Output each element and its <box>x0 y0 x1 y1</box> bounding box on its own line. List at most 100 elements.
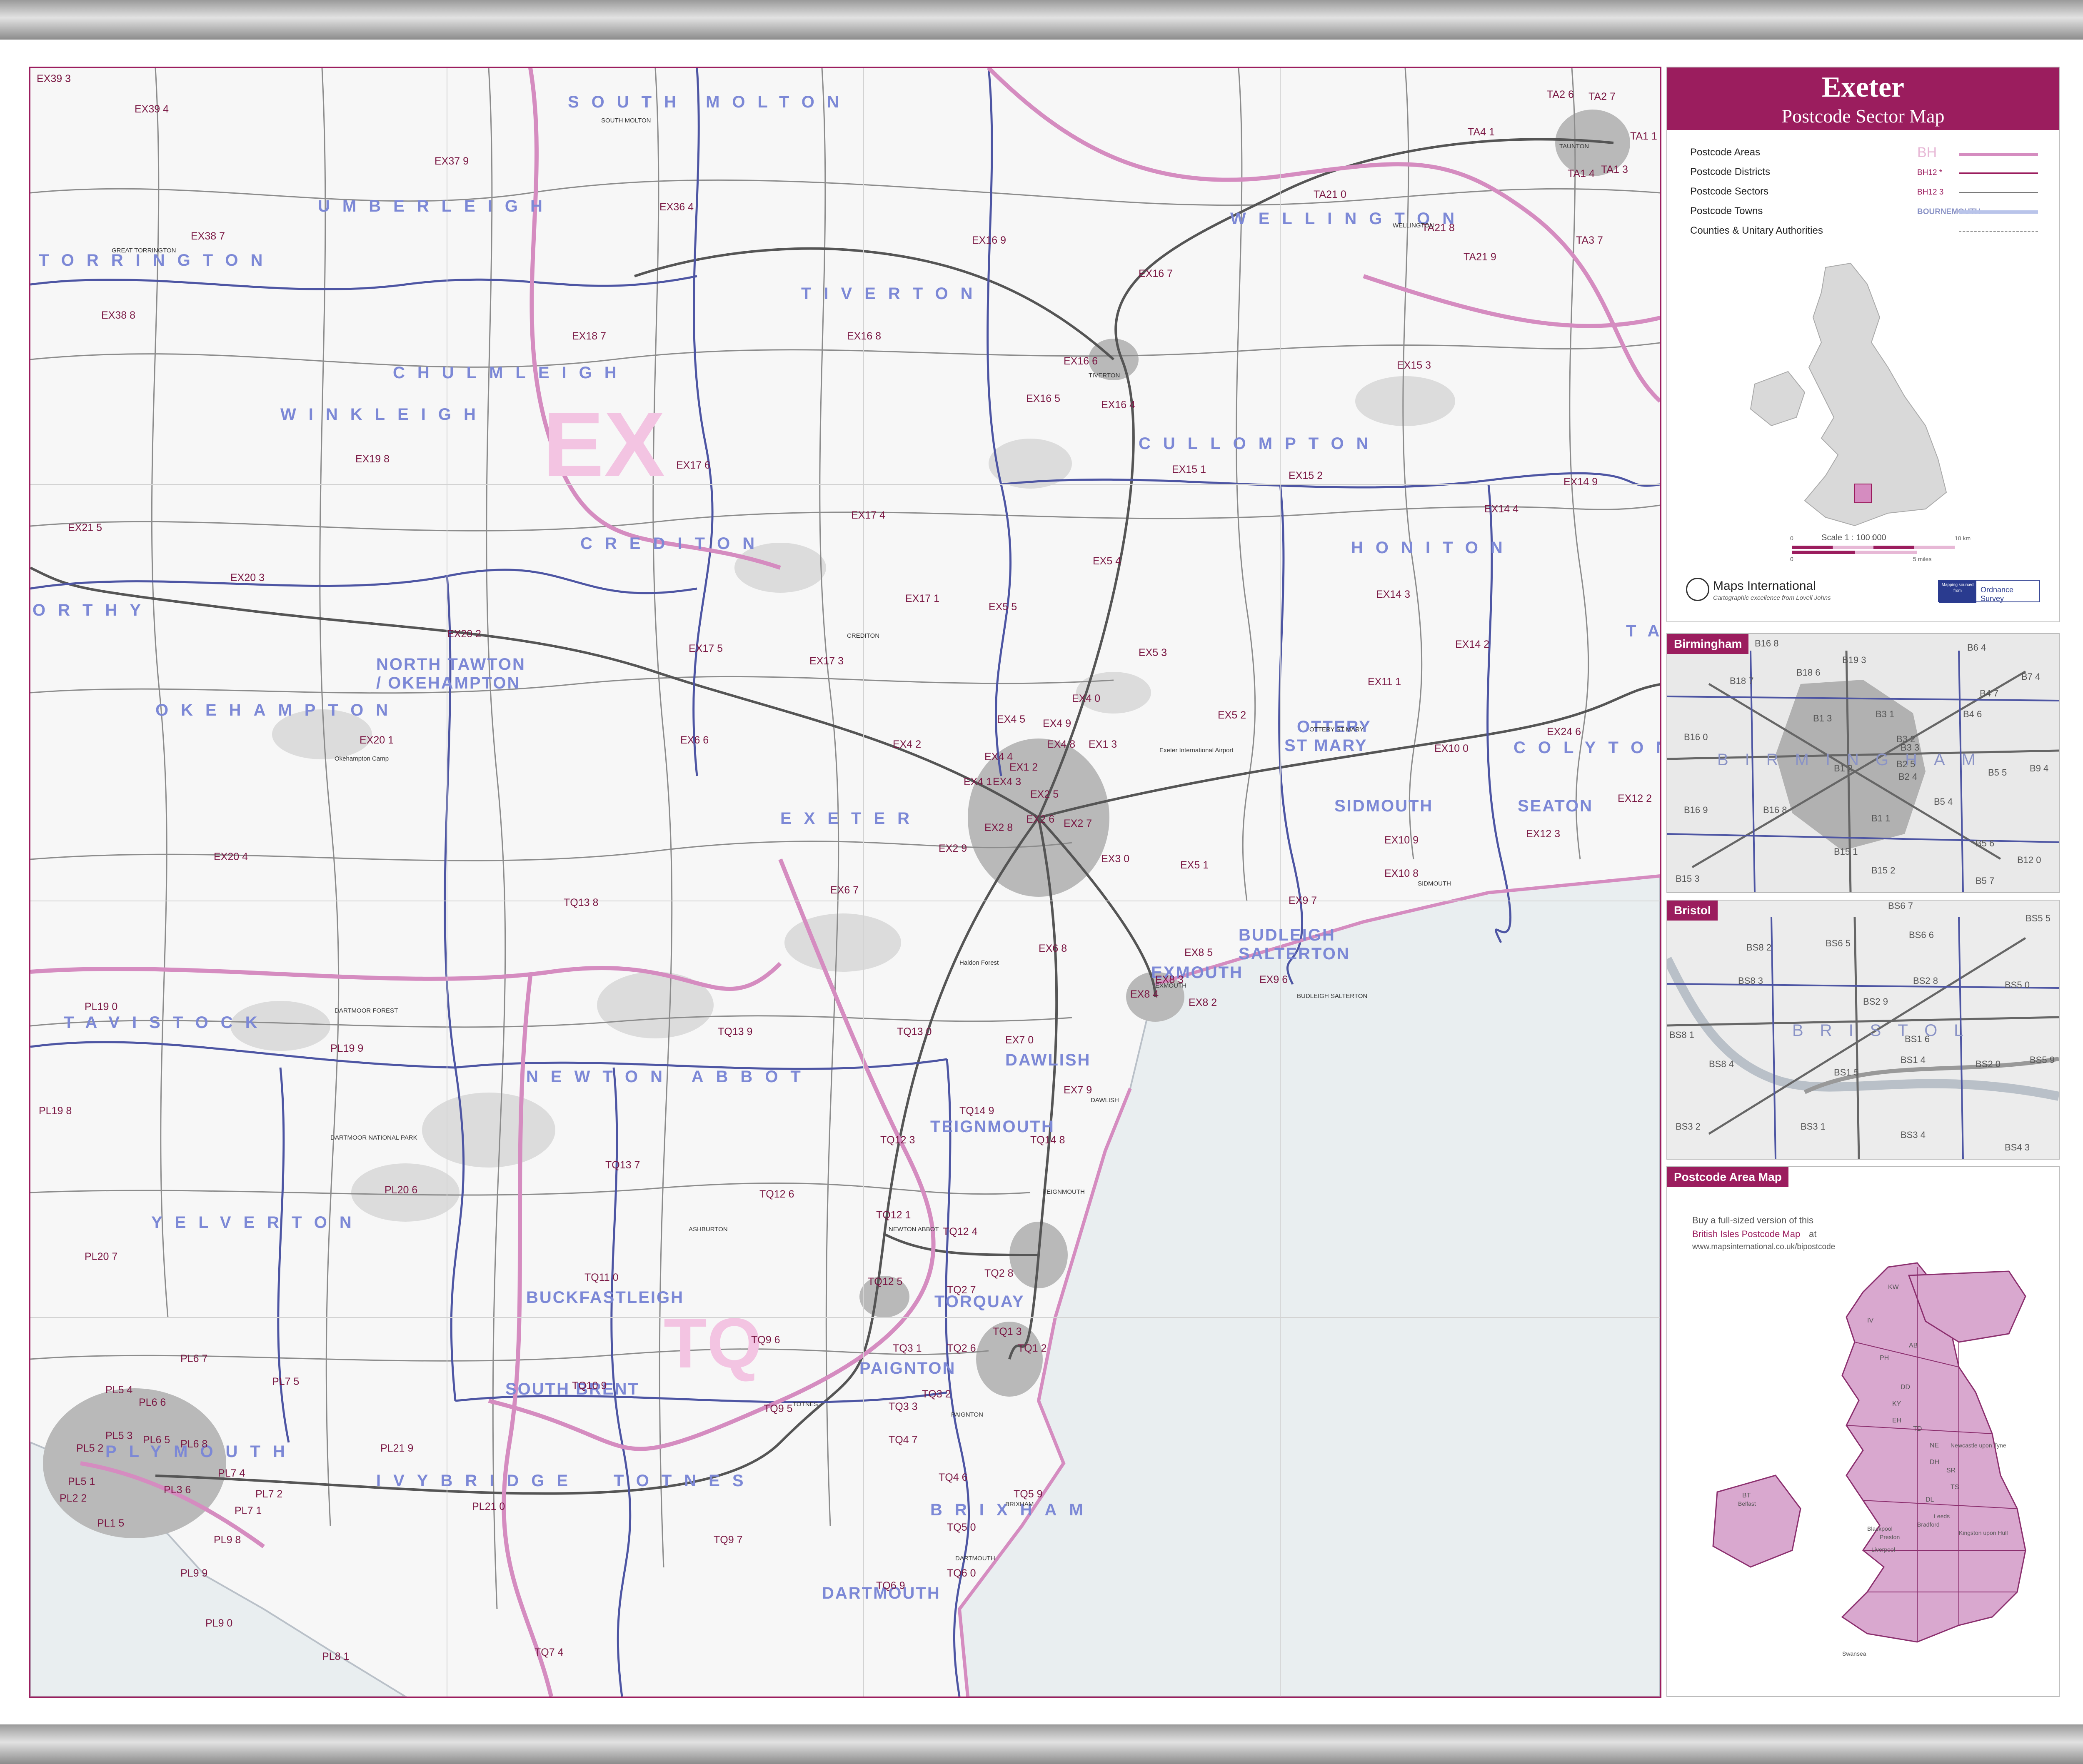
bs-sector: BS3 1 <box>1801 1121 1826 1132</box>
sector-label: PL21 9 <box>380 1442 414 1454</box>
sector-label: EX9 6 <box>1259 974 1288 986</box>
place-label: DARTMOOR FOREST <box>335 1007 398 1014</box>
bs-sector: BS2 0 <box>1976 1059 2001 1069</box>
sector-label: PL6 6 <box>139 1397 166 1408</box>
sector-label: EX11 1 <box>1368 676 1401 688</box>
sector-label: TQ2 8 <box>984 1267 1014 1279</box>
area-map-label: SR <box>1946 1467 1956 1474</box>
sector-label: TQ13 9 <box>718 1026 753 1038</box>
sector-label: EX15 3 <box>1397 359 1431 371</box>
place-label: Exeter International Airport <box>1159 747 1234 754</box>
town-label: TEIGNMOUTH <box>930 1118 1055 1136</box>
os-badge-right: Ordnance Survey <box>1981 586 2014 603</box>
sector-label: PL19 8 <box>39 1105 72 1117</box>
town-label: / OKEHAMPTON <box>376 674 521 692</box>
sector-label: EX24 6 <box>1547 726 1581 738</box>
sector-label: EX16 4 <box>1101 399 1136 411</box>
sector-label: EX17 3 <box>809 655 844 667</box>
sector-label: EX20 2 <box>447 628 482 640</box>
promo-url[interactable]: www.mapsinternational.co.uk/bipostcode <box>1692 1243 1835 1252</box>
legend-postcode-areas-code: BH <box>1917 145 1937 160</box>
sector-label: TQ7 4 <box>534 1647 564 1658</box>
area-map-label: AB <box>1909 1342 1918 1349</box>
sector-label: TA2 7 <box>1588 91 1616 102</box>
sector-label: EX19 8 <box>355 453 390 465</box>
sector-label: TQ13 7 <box>605 1159 640 1171</box>
area-map-label: BT <box>1742 1492 1751 1499</box>
main-map[interactable]: EX TQ SOUTH MOLTON UMBERLEIGH TORRINGTON… <box>29 67 1661 1698</box>
sector-label: EX16 5 <box>1026 393 1061 404</box>
title-legend-panel: Exeter Postcode Sector Map Postcode Area… <box>1666 67 2060 622</box>
town-label: NORTH TAWTON <box>376 655 526 674</box>
bs-sector: BS8 3 <box>1738 976 1763 986</box>
sector-label: EX17 5 <box>689 643 723 654</box>
area-map-label: Bradford <box>1917 1521 1940 1528</box>
birmingham-inset[interactable]: Birmingham BIRMINGHAM B16 8 B19 3 B18 7 … <box>1666 633 2060 893</box>
area-map-label: Liverpool <box>1871 1546 1895 1553</box>
legend-line-sector <box>1959 192 2038 193</box>
place-label: BUDLEIGH SALTERTON <box>1297 993 1368 1000</box>
area-map-label: KY <box>1892 1400 1901 1407</box>
sector-label: EX10 0 <box>1434 743 1469 754</box>
sector-label: EX2 7 <box>1064 818 1092 829</box>
sector-label: EX7 9 <box>1064 1084 1092 1096</box>
area-map-label: Preston <box>1880 1534 1900 1540</box>
sector-label: EX6 8 <box>1039 943 1067 954</box>
place-label: TOTNES <box>793 1401 818 1408</box>
sector-label: PL2 2 <box>60 1492 87 1504</box>
place-label: CREDITON <box>847 632 880 639</box>
bs-sector: BS8 4 <box>1709 1059 1734 1069</box>
scale-miles-0: 0 <box>1790 556 1793 562</box>
sector-label: PL6 8 <box>180 1438 208 1450</box>
overview-highlight <box>1854 484 1872 503</box>
sector-label: TQ1 3 <box>993 1326 1022 1337</box>
sector-label: PL5 4 <box>105 1384 133 1396</box>
bs-sector: BS3 4 <box>1901 1130 1926 1140</box>
sector-label: PL20 6 <box>385 1184 418 1196</box>
bs-sector: BS5 5 <box>2026 913 2051 923</box>
place-label: TIVERTON <box>1089 372 1120 379</box>
b-sector: B19 3 <box>1842 655 1866 665</box>
town-label: CHULMLEIGH <box>393 364 629 382</box>
sector-label: TQ2 7 <box>947 1284 976 1296</box>
sector-label: EX20 4 <box>214 851 248 863</box>
town-label: YELVERTON <box>151 1213 364 1232</box>
sector-label: EX10 9 <box>1384 834 1419 846</box>
sector-label: EX2 5 <box>1030 788 1059 800</box>
sector-label: EX17 4 <box>851 509 886 521</box>
area-map-label: DL <box>1926 1496 1934 1503</box>
promo-link[interactable]: British Isles Postcode Map <box>1692 1229 1800 1240</box>
sector-label: EX5 1 <box>1180 859 1209 871</box>
town-label: BUCKFASTLEIGH <box>526 1288 684 1307</box>
sector-label: EX38 7 <box>191 230 225 242</box>
sector-label: EX12 2 <box>1618 793 1652 804</box>
town-label: SOUTH MOLTON <box>568 93 852 111</box>
town-label: SEATON <box>1518 797 1593 815</box>
sector-label: EX37 9 <box>435 155 469 167</box>
area-map-label: TD <box>1913 1425 1922 1432</box>
b-sector: B1 2 <box>1834 763 1853 773</box>
area-map-label: DD <box>1901 1384 1911 1391</box>
sector-label: PL19 0 <box>85 1001 118 1013</box>
sector-label: TQ6 9 <box>876 1580 905 1592</box>
town-label: OKEHAMPTON <box>155 701 401 719</box>
area-map-label: IV <box>1867 1317 1874 1324</box>
postcode-area-map-tab: Postcode Area Map <box>1667 1167 1788 1187</box>
b-sector: B16 8 <box>1755 638 1779 649</box>
sector-label: TA1 3 <box>1601 164 1628 175</box>
sector-label: TQ12 1 <box>876 1209 911 1221</box>
bs-sector: BS4 3 <box>2005 1142 2030 1153</box>
sector-label: EX4 1 <box>964 776 992 788</box>
scale-label: Scale 1 : 100 000 <box>1821 533 1886 542</box>
sector-label: EX3 0 <box>1101 853 1130 865</box>
sector-label: EX8 5 <box>1184 947 1213 958</box>
sector-label: EX15 2 <box>1289 470 1323 482</box>
postcode-area-map-panel[interactable]: Postcode Area Map Buy a full-sized versi… <box>1666 1166 2060 1697</box>
sector-label: TA4 1 <box>1468 126 1495 138</box>
area-map-label: DH <box>1930 1459 1940 1466</box>
town-label: TOTNES <box>614 1472 756 1490</box>
sector-label: PL20 7 <box>85 1251 118 1262</box>
bristol-inset[interactable]: Bristol BRISTOL BS6 7 BS6 6 BS5 5 BS8 2 … <box>1666 900 2060 1160</box>
sector-label: EX6 6 <box>680 734 709 746</box>
sector-label: PL19 9 <box>330 1043 364 1054</box>
